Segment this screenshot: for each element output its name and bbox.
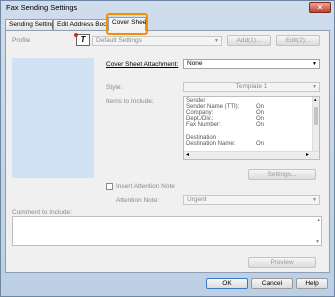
cancel-button[interactable]: Cancel [251, 278, 293, 289]
chevron-down-icon: ▼ [312, 61, 317, 67]
settings-button[interactable]: Settings... [248, 169, 316, 180]
tab-sending-settings[interactable]: Sending Settings [5, 19, 58, 30]
preview-button[interactable]: Preview [248, 257, 316, 268]
horizontal-scrollbar[interactable]: ◂ ▸ [184, 151, 319, 159]
items-list[interactable]: Sender Sender Name (TTI): On Company: On D… [183, 96, 320, 160]
attachment-label: Cover Sheet Attachment: [106, 61, 179, 68]
attention-note-select[interactable]: Urgent ▼ [183, 195, 320, 205]
cover-sheet-preview [12, 58, 94, 178]
comment-label: Comment to Include: [12, 209, 72, 216]
attachment-value: None [187, 60, 203, 67]
profile-label: Profile [12, 37, 31, 44]
items-label: Items to Include: [106, 98, 154, 105]
chevron-down-icon: ▼ [312, 197, 317, 203]
vertical-scrollbar[interactable]: ▴ [312, 97, 319, 152]
scroll-right-icon[interactable]: ▸ [306, 152, 309, 159]
comment-textarea[interactable]: ▴ ▼ [12, 216, 322, 246]
close-button[interactable]: ✕ [309, 2, 331, 13]
edit-profile-button[interactable]: Edit(2)... [276, 35, 320, 46]
tab-highlight [106, 13, 148, 35]
ok-button[interactable]: OK [206, 278, 248, 289]
scroll-thumb[interactable] [314, 107, 318, 125]
window-title: Fax Sending Settings [6, 3, 78, 12]
profile-value: Default Settings [96, 37, 142, 44]
tab-edit-address-book[interactable]: Edit Address Book [53, 19, 107, 30]
scroll-up-icon[interactable]: ▴ [317, 217, 320, 223]
help-button[interactable]: Help [296, 278, 328, 289]
list-item: Destination Name: On [186, 141, 265, 147]
style-value: Template 1 [235, 83, 268, 90]
scroll-left-icon[interactable]: ◂ [186, 152, 189, 159]
scroll-up-icon[interactable]: ▴ [314, 97, 317, 103]
style-label: Style: [106, 84, 123, 91]
attention-note-value: Urgent [187, 196, 207, 203]
attention-note-label: Attention Note: [116, 197, 159, 204]
chevron-down-icon: ▼ [214, 38, 219, 44]
add-profile-button[interactable]: Add(1)... [227, 35, 271, 46]
profile-document-icon: T [74, 33, 90, 46]
chevron-down-icon: ▼ [312, 84, 317, 90]
attachment-select[interactable]: None ▼ [183, 59, 320, 69]
style-select[interactable]: Template 1 ▼ [183, 82, 320, 92]
insert-attention-label: Insert Attention Note [116, 183, 175, 190]
list-item: Fax Number: On [186, 122, 265, 128]
profile-select[interactable]: Default Settings ▼ [92, 36, 222, 46]
scroll-down-icon[interactable]: ▼ [315, 239, 320, 245]
insert-attention-checkbox[interactable] [106, 183, 113, 190]
